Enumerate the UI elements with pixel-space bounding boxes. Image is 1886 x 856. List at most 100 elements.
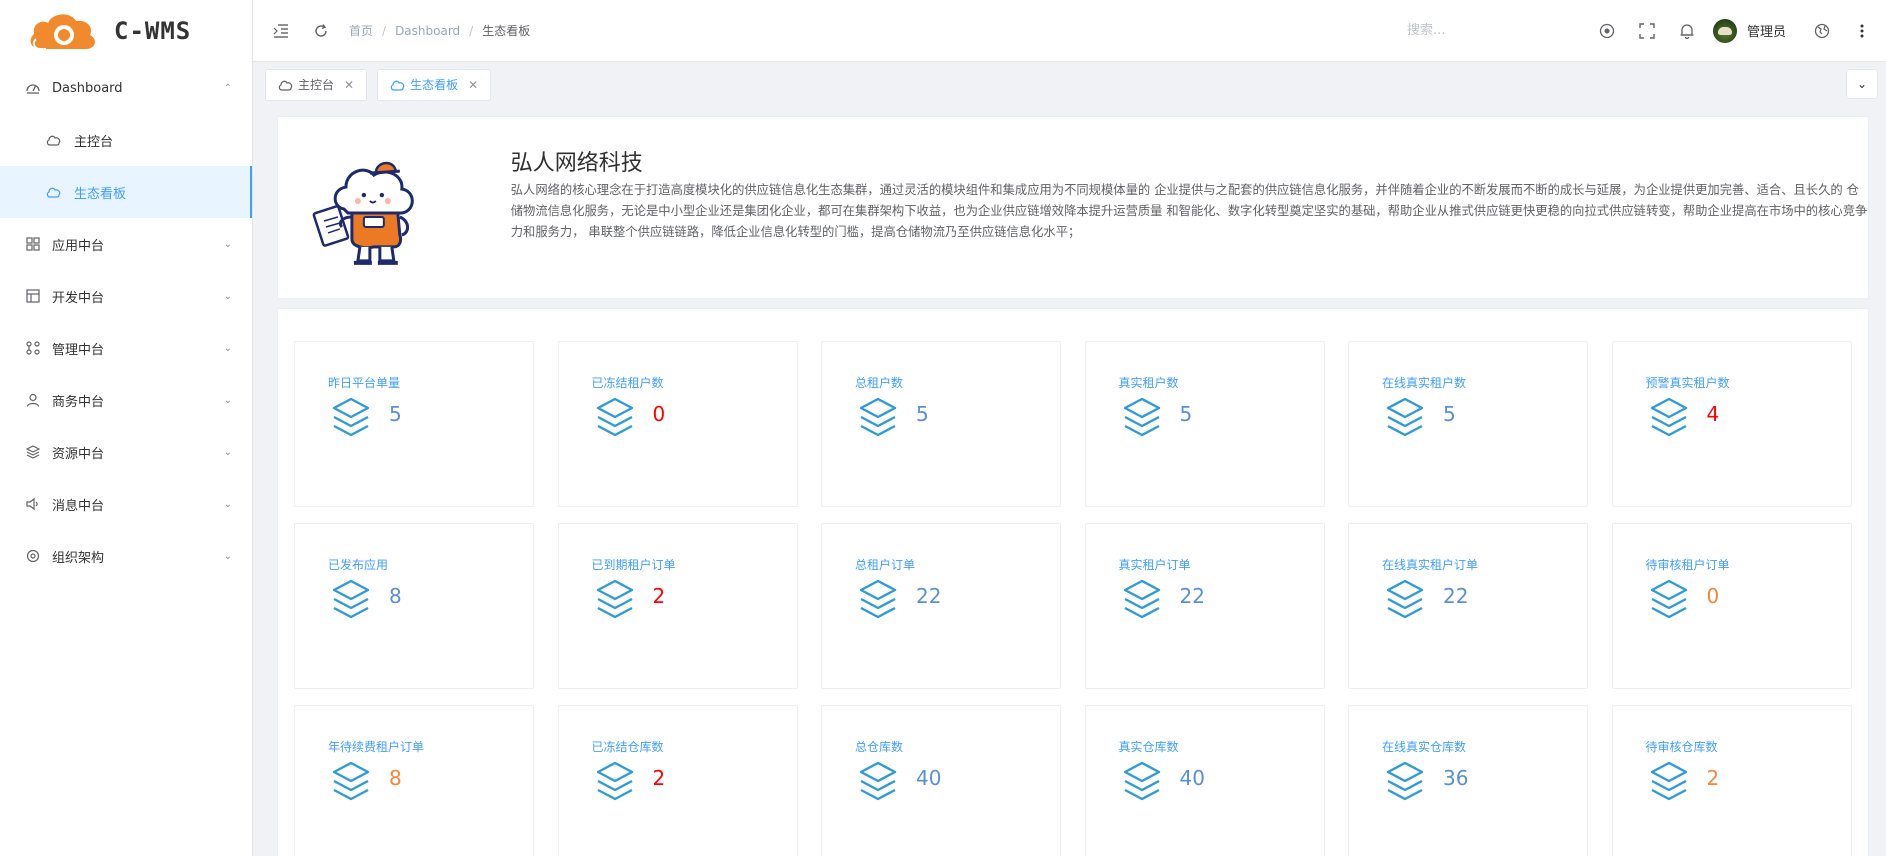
target-icon[interactable]: [1587, 11, 1627, 51]
submenu-eco-board[interactable]: 生态看板: [0, 166, 252, 218]
breadcrumb-separator: /: [469, 23, 474, 38]
company-title: 弘人网络科技: [510, 151, 643, 176]
logo[interactable]: C-WMS: [0, 0, 252, 62]
stat-title: 已到期租户订单: [591, 558, 676, 572]
stat-card[interactable]: 已发布应用 8: [294, 523, 534, 689]
stat-card[interactable]: 在线真实租户数 5: [1348, 341, 1588, 507]
fullscreen-icon[interactable]: [1627, 11, 1667, 51]
sound-icon: [26, 497, 40, 511]
stat-value: 4: [1706, 402, 1720, 426]
stat-card[interactable]: 已到期租户订单 2: [557, 523, 798, 689]
menu-label: 应用中台: [52, 238, 105, 254]
submenu-label: 生态看板: [74, 186, 127, 202]
menu-app-center[interactable]: 应用中台 ⌄: [0, 218, 252, 270]
mascot-illustration: [312, 161, 414, 265]
menu-dashboard[interactable]: Dashboard ⌃: [0, 62, 252, 114]
layers-icon: [1649, 760, 1689, 804]
menu-org-structure[interactable]: 组织架构 ⌄: [0, 530, 252, 582]
layers-icon: [331, 760, 371, 804]
menu-label: 资源中台: [52, 446, 105, 462]
stat-card[interactable]: 预警真实租户数 4: [1611, 341, 1852, 507]
stat-card[interactable]: 总仓库数 40: [821, 705, 1061, 856]
chevron-up-icon: ⌃: [223, 82, 232, 94]
layers-icon: [1649, 396, 1689, 440]
stat-value: 40: [1179, 766, 1205, 790]
stat-card[interactable]: 总租户订单 22: [821, 523, 1061, 689]
menu-label: 消息中台: [52, 498, 105, 514]
more-vertical-icon[interactable]: [1842, 11, 1882, 51]
stat-card[interactable]: 待审核仓库数 2: [1611, 705, 1852, 856]
close-icon[interactable]: ✕: [344, 78, 354, 92]
stat-card[interactable]: 在线真实仓库数 36: [1348, 705, 1588, 856]
breadcrumb-separator: /: [382, 23, 387, 38]
avatar: [1712, 18, 1737, 43]
stats-panel: 昨日平台单量 5 已冻结租户数 0 总租户数 5 真实租户数 5 在线真实租户数 5 预警真实租户数…: [277, 308, 1869, 856]
menu-biz-center[interactable]: 商务中台 ⌄: [0, 374, 252, 426]
layers-icon: [858, 396, 898, 440]
menu-mgmt-center[interactable]: 管理中台 ⌄: [0, 322, 252, 374]
menu-label: 商务中台: [52, 394, 105, 410]
search-input[interactable]: [1406, 23, 1557, 38]
tab-label: 主控台: [298, 78, 335, 92]
sidebar: C-WMS Dashboard ⌃ 主控台 生态看板 应用中台 ⌄ 开发中台 ⌄: [0, 0, 253, 856]
stat-card[interactable]: 总租户数 5: [821, 341, 1061, 507]
user-menu[interactable]: 管理员: [1712, 18, 1786, 43]
stat-value: 8: [389, 766, 402, 790]
chevron-down-icon: ⌄: [223, 238, 232, 250]
stat-value: 5: [1443, 402, 1456, 426]
stat-card[interactable]: 昨日平台单量 5: [294, 341, 534, 507]
tabs-dropdown-button[interactable]: ⌄: [1846, 69, 1878, 99]
layers-icon: [858, 578, 898, 622]
close-icon[interactable]: ✕: [468, 78, 478, 92]
stat-value: 2: [652, 766, 666, 790]
tab-console[interactable]: 主控台 ✕: [265, 68, 368, 101]
menu-dev-center[interactable]: 开发中台 ⌄: [0, 270, 252, 322]
stat-title: 真实租户订单: [1118, 558, 1191, 572]
stat-value: 2: [1706, 766, 1720, 790]
stat-card[interactable]: 已冻结租户数 0: [557, 341, 798, 507]
breadcrumb-dashboard[interactable]: Dashboard: [395, 24, 460, 38]
layers-icon: [595, 578, 635, 622]
menu-label: Dashboard: [52, 80, 123, 96]
menu-label: 管理中台: [52, 342, 105, 358]
breadcrumb-home[interactable]: 首页: [349, 22, 373, 39]
layers-icon: [1385, 578, 1425, 622]
layers-icon: [858, 760, 898, 804]
stat-card[interactable]: 真实仓库数 40: [1084, 705, 1325, 856]
layers-icon: [331, 396, 371, 440]
stat-value: 5: [916, 402, 929, 426]
user-icon: [26, 393, 40, 407]
top-header: 首页 / Dashboard / 生态看板 管理员: [253, 0, 1886, 62]
refresh-icon[interactable]: [301, 11, 341, 51]
submenu-label: 主控台: [74, 134, 114, 150]
stat-title: 在线真实租户数: [1382, 376, 1467, 390]
stat-title: 在线真实仓库数: [1382, 740, 1467, 754]
tab-eco-board[interactable]: 生态看板 ✕: [377, 68, 492, 101]
bell-icon[interactable]: [1667, 11, 1707, 51]
stat-card[interactable]: 真实租户订单 22: [1084, 523, 1325, 689]
stat-card[interactable]: 在线真实租户订单 22: [1348, 523, 1588, 689]
menu-message-center[interactable]: 消息中台 ⌄: [0, 478, 252, 530]
stat-value: 0: [652, 402, 666, 426]
stat-title: 真实租户数: [1118, 376, 1179, 390]
company-intro-card: 弘人网络科技 弘人网络的核心理念在于打造高度模块化的供应链信息化生态集群，通过灵…: [277, 116, 1869, 299]
cloud-icon: [46, 184, 62, 200]
stat-card[interactable]: 真实租户数 5: [1084, 341, 1325, 507]
stat-value: 40: [916, 766, 942, 790]
submenu-console[interactable]: 主控台: [0, 114, 252, 166]
stat-card[interactable]: 待审核租户订单 0: [1611, 523, 1852, 689]
grid-icon: [26, 237, 40, 251]
menu-fold-icon[interactable]: [261, 11, 301, 51]
globe-icon[interactable]: [1802, 11, 1842, 51]
stat-title: 已冻结仓库数: [591, 740, 664, 754]
stat-value: 0: [1706, 584, 1720, 608]
settings-icon: [26, 549, 40, 563]
menu-resource-center[interactable]: 资源中台 ⌄: [0, 426, 252, 478]
stat-title: 总租户数: [855, 376, 904, 390]
stat-value: 8: [389, 584, 402, 608]
stat-value: 22: [1179, 584, 1205, 608]
stat-value: 5: [1179, 402, 1193, 426]
stat-card[interactable]: 年待续费租户订单 8: [294, 705, 534, 856]
stat-card[interactable]: 已冻结仓库数 2: [557, 705, 798, 856]
stat-value: 22: [1443, 584, 1469, 608]
